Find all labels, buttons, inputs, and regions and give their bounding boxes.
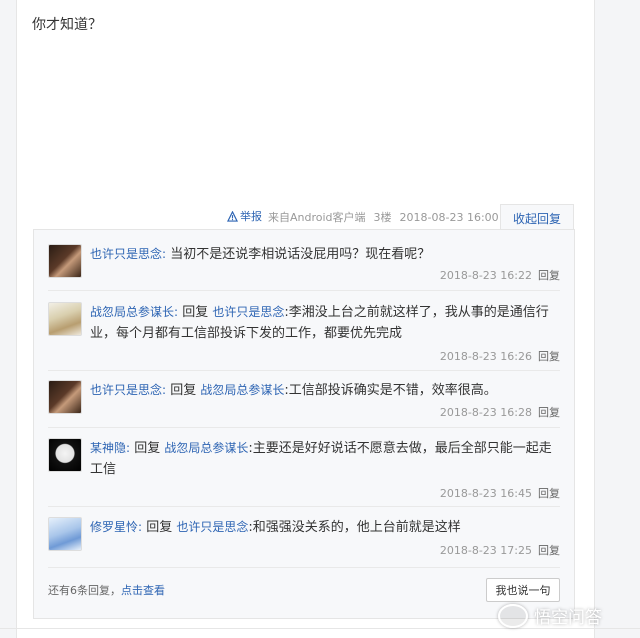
comment-body: :主要还是好好说话不愿意去做，最后全部只能一起走工信 xyxy=(90,441,552,477)
comment-text: 修罗星怜: 回复 也许只是思念:和强强没关系的，他上台前就是这样 xyxy=(90,517,560,538)
comment-time: 2018-8-23 16:26 回复 xyxy=(440,348,560,364)
more-replies-text: 还有6条回复， xyxy=(48,584,121,597)
comment-item: 某神隐: 回复 战忽局总参谋长:主要还是好好说话不愿意去做，最后全部只能一起走工… xyxy=(48,438,560,500)
avatar[interactable] xyxy=(48,517,82,551)
reply-prefix: 回复 xyxy=(182,305,209,320)
comment-text: 也许只是思念: 回复 战忽局总参谋长:工信部投诉确实是不错，效率很高。 xyxy=(90,380,560,401)
avatar[interactable] xyxy=(48,380,82,414)
comment-user[interactable]: 修罗星怜: xyxy=(90,520,142,534)
comment-item: 修罗星怜: 回复 也许只是思念:和强强没关系的，他上台前就是这样 2018-8-… xyxy=(48,517,560,557)
avatar[interactable] xyxy=(48,244,82,278)
comment-text: 战忽局总参谋长: 回复 也许只是思念:李湘没上台之前就这样了，我从事的是通信行业… xyxy=(90,302,560,344)
comment-time: 2018-8-23 16:22 回复 xyxy=(440,267,560,283)
comment-timestamp: 2018-8-23 16:26 xyxy=(439,350,532,363)
reply-prefix: 回复 xyxy=(134,441,161,456)
comment-timestamp: 2018-8-23 17:25 xyxy=(439,544,532,557)
left-gutter xyxy=(0,0,17,638)
comment-user[interactable]: 战忽局总参谋长: xyxy=(90,305,178,319)
comments-panel: 也许只是思念: 当初不是还说李相说话没屁用吗？现在看呢？ 2018-8-23 1… xyxy=(33,229,575,619)
comment-body: :工信部投诉确实是不错，效率很高。 xyxy=(284,383,497,398)
post-meta: 来自Android客户端 3楼 2018-08-23 16:00 xyxy=(268,209,499,225)
comment-time: 2018-8-23 16:45 回复 xyxy=(440,485,560,501)
comment-divider xyxy=(48,427,560,428)
comment-divider xyxy=(48,370,560,371)
reply-prefix: 回复 xyxy=(170,383,197,398)
comment-user[interactable]: 也许只是思念: xyxy=(90,383,166,397)
post-content: 你才知道？ xyxy=(32,17,102,33)
right-gutter xyxy=(594,0,640,638)
comment-text: 某神隐: 回复 战忽局总参谋长:主要还是好好说话不愿意去做，最后全部只能一起走工… xyxy=(90,438,560,480)
avatar[interactable] xyxy=(48,302,82,336)
reply-to-user[interactable]: 战忽局总参谋长 xyxy=(200,383,284,397)
reply-to-user[interactable]: 也许只是思念 xyxy=(212,305,284,319)
comment-user[interactable]: 某神隐: xyxy=(90,441,130,455)
reply-link[interactable]: 回复 xyxy=(538,350,560,363)
comment-item: 战忽局总参谋长: 回复 也许只是思念:李湘没上台之前就这样了，我从事的是通信行业… xyxy=(48,302,560,364)
comment-item: 也许只是思念: 当初不是还说李相说话没屁用吗？现在看呢？ 2018-8-23 1… xyxy=(48,244,560,284)
avatar[interactable] xyxy=(48,438,82,472)
watermark-text: 悟空问答 xyxy=(534,608,602,628)
comment-text: 也许只是思念: 当初不是还说李相说话没屁用吗？现在看呢？ xyxy=(90,244,560,265)
comment-timestamp: 2018-8-23 16:45 xyxy=(439,487,532,500)
post-source: 来自Android客户端 xyxy=(268,211,366,224)
reply-link[interactable]: 回复 xyxy=(538,269,560,282)
reply-to-user[interactable]: 也许只是思念 xyxy=(176,520,248,534)
add-comment-button[interactable]: 我也说一句 xyxy=(486,578,560,602)
comment-divider xyxy=(48,290,560,291)
comment-body: :和强强没关系的，他上台前就是这样 xyxy=(248,520,461,535)
view-more-link[interactable]: 点击查看 xyxy=(121,584,165,597)
logo-icon xyxy=(498,603,528,628)
comment-body: 当初不是还说李相说话没屁用吗？现在看呢？ xyxy=(170,247,431,262)
post-datetime: 2018-08-23 16:00 xyxy=(399,210,499,224)
collapse-replies-button[interactable]: 收起回复 xyxy=(500,204,574,231)
warning-icon xyxy=(227,210,238,222)
comment-timestamp: 2018-8-23 16:28 xyxy=(439,406,532,419)
comment-time: 2018-8-23 17:25 回复 xyxy=(440,542,560,558)
report-label: 举报 xyxy=(240,210,262,223)
reply-prefix: 回复 xyxy=(146,520,173,535)
reply-link[interactable]: 回复 xyxy=(538,487,560,500)
reply-link[interactable]: 回复 xyxy=(538,406,560,419)
reply-link[interactable]: 回复 xyxy=(538,544,560,557)
comment-user[interactable]: 也许只是思念: xyxy=(90,247,166,261)
watermark: 悟空问答 xyxy=(498,603,602,628)
comment-divider xyxy=(48,567,560,568)
divider xyxy=(0,628,640,629)
report-link[interactable]: 举报 xyxy=(227,208,262,224)
comment-timestamp: 2018-8-23 16:22 xyxy=(439,269,532,282)
comment-time: 2018-8-23 16:28 回复 xyxy=(440,404,560,420)
comment-item: 也许只是思念: 回复 战忽局总参谋长:工信部投诉确实是不错，效率很高。 2018… xyxy=(48,380,560,420)
more-replies: 还有6条回复，点击查看 xyxy=(48,582,165,598)
comment-divider xyxy=(48,506,560,507)
post-floor: 3楼 xyxy=(373,211,392,224)
reply-to-user[interactable]: 战忽局总参谋长 xyxy=(164,441,248,455)
